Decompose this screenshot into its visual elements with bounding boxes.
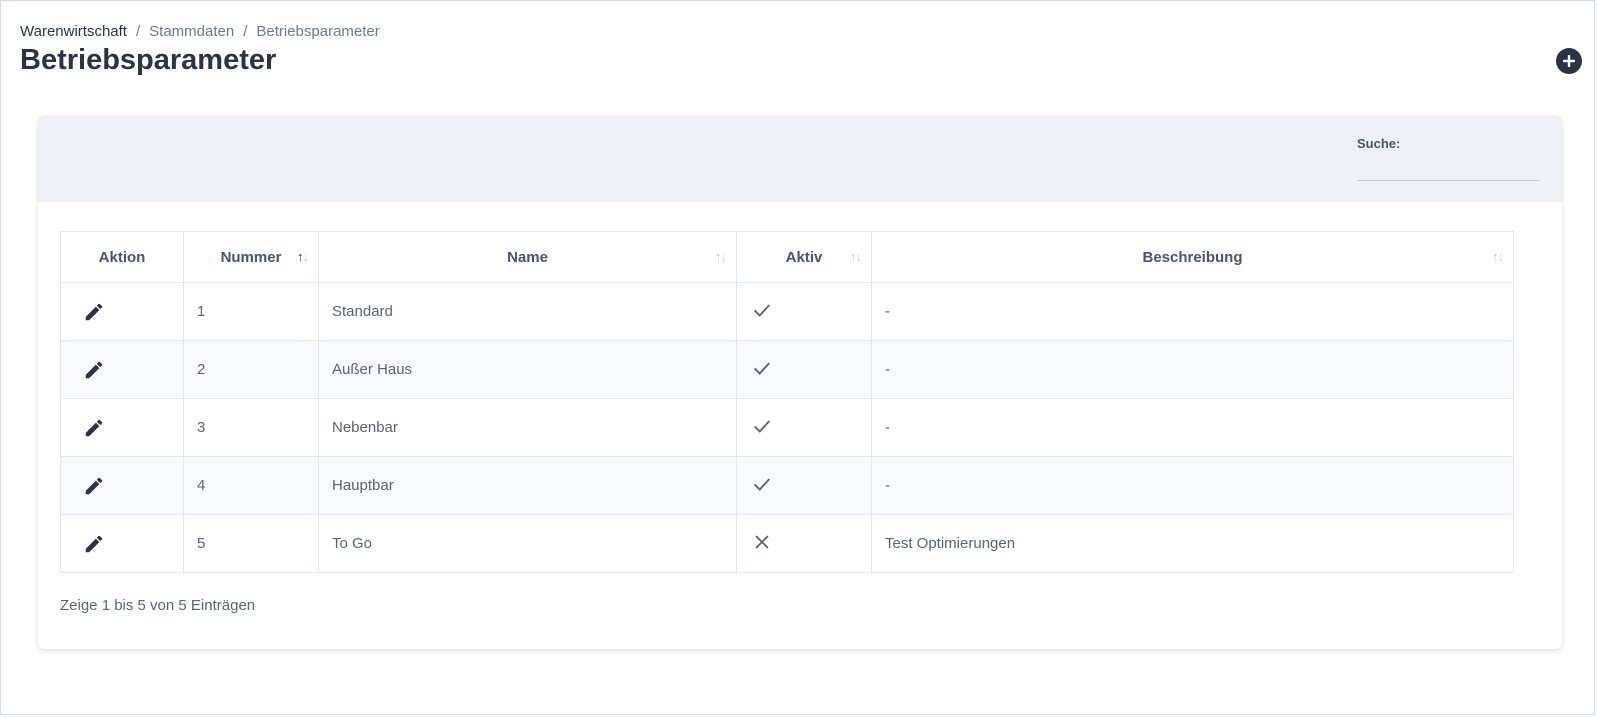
- add-button[interactable]: [1556, 48, 1582, 74]
- breadcrumb-separator: /: [135, 23, 141, 40]
- beschreibung-cell: Test Optimierungen: [871, 514, 1514, 573]
- parameter-card: Suche: Aktion Nummer ↑↓ Name ↑↓ Aktiv ↑↓…: [38, 116, 1562, 649]
- check-icon: [754, 303, 771, 317]
- nummer-cell: 2: [183, 340, 319, 399]
- search-input[interactable]: [1357, 156, 1540, 181]
- aktiv-cell: [736, 456, 872, 515]
- pencil-icon: [85, 477, 103, 494]
- column-header-label: Name: [507, 248, 548, 266]
- plus-icon: [1563, 55, 1575, 67]
- edit-button[interactable]: [83, 475, 105, 497]
- beschreibung-cell: -: [871, 456, 1514, 515]
- breadcrumb-item-warenwirtschaft[interactable]: Warenwirtschaft: [20, 23, 127, 40]
- pencil-icon: [85, 535, 103, 552]
- beschreibung-cell: -: [871, 282, 1514, 341]
- aktiv-cell: [736, 340, 872, 399]
- aktiv-cell: [736, 398, 872, 457]
- action-cell: [60, 398, 184, 457]
- table-info: Zeige 1 bis 5 von 5 Einträgen: [60, 597, 256, 614]
- aktiv-cell: [736, 514, 872, 573]
- card-header: Suche:: [38, 116, 1562, 202]
- nummer-cell: 5: [183, 514, 319, 573]
- action-cell: [60, 456, 184, 515]
- table-row: 5 To Go Test Optimierungen: [60, 514, 1514, 573]
- beschreibung-cell: -: [871, 398, 1514, 457]
- breadcrumb-separator: /: [243, 23, 248, 40]
- breadcrumb: Warenwirtschaft / Stammdaten / Betriebsp…: [20, 23, 380, 40]
- edit-button[interactable]: [83, 417, 105, 439]
- action-cell: [60, 340, 184, 399]
- breadcrumb-item-betriebsparameter: Betriebsparameter: [256, 23, 380, 40]
- name-cell: Standard: [318, 282, 737, 341]
- edit-button[interactable]: [83, 533, 105, 555]
- parameter-table: Aktion Nummer ↑↓ Name ↑↓ Aktiv ↑↓ Beschr…: [60, 231, 1514, 573]
- table-row: 3 Nebenbar -: [60, 398, 1514, 457]
- nummer-cell: 1: [183, 282, 319, 341]
- column-header-beschreibung[interactable]: Beschreibung ↑↓: [871, 231, 1514, 283]
- name-cell: Nebenbar: [318, 398, 737, 457]
- check-icon: [754, 419, 771, 433]
- table-header-row: Aktion Nummer ↑↓ Name ↑↓ Aktiv ↑↓ Beschr…: [60, 231, 1514, 283]
- sort-arrows-icon[interactable]: ↑↓: [715, 249, 727, 264]
- table-row: 1 Standard -: [60, 282, 1514, 341]
- table-row: 2 Außer Haus -: [60, 340, 1514, 399]
- name-cell: To Go: [318, 514, 737, 573]
- pencil-icon: [85, 303, 103, 320]
- aktiv-cell: [736, 282, 872, 341]
- edit-button[interactable]: [83, 301, 105, 323]
- column-header-label: Beschreibung: [1142, 248, 1243, 266]
- check-icon: [754, 477, 771, 491]
- nummer-cell: 3: [183, 398, 319, 457]
- name-cell: Hauptbar: [318, 456, 737, 515]
- sort-arrows-icon[interactable]: ↑↓: [850, 249, 862, 264]
- close-icon: [755, 534, 769, 549]
- app-frame: Warenwirtschaft / Stammdaten / Betriebsp…: [0, 0, 1595, 715]
- column-header-aktiv[interactable]: Aktiv ↑↓: [736, 231, 872, 283]
- pencil-icon: [85, 361, 103, 378]
- column-header-label: Nummer: [220, 248, 282, 266]
- table-row: 4 Hauptbar -: [60, 456, 1514, 515]
- column-header-label: Aktion: [98, 248, 146, 266]
- beschreibung-cell: -: [871, 340, 1514, 399]
- name-cell: Außer Haus: [318, 340, 737, 399]
- action-cell: [60, 514, 184, 573]
- column-header-label: Aktiv: [785, 248, 823, 266]
- action-cell: [60, 282, 184, 341]
- sort-ascending-icon[interactable]: ↑↓: [297, 249, 309, 264]
- search-label: Suche:: [1357, 136, 1401, 151]
- edit-button[interactable]: [83, 359, 105, 381]
- pencil-icon: [85, 419, 103, 436]
- page-title: Betriebsparameter: [20, 44, 277, 76]
- sort-arrows-icon[interactable]: ↑↓: [1492, 249, 1504, 264]
- column-header-aktion: Aktion: [60, 231, 184, 283]
- breadcrumb-item-stammdaten[interactable]: Stammdaten: [149, 23, 234, 40]
- check-icon: [754, 361, 771, 375]
- column-header-nummer[interactable]: Nummer ↑↓: [183, 231, 319, 283]
- column-header-name[interactable]: Name ↑↓: [318, 231, 737, 283]
- nummer-cell: 4: [183, 456, 319, 515]
